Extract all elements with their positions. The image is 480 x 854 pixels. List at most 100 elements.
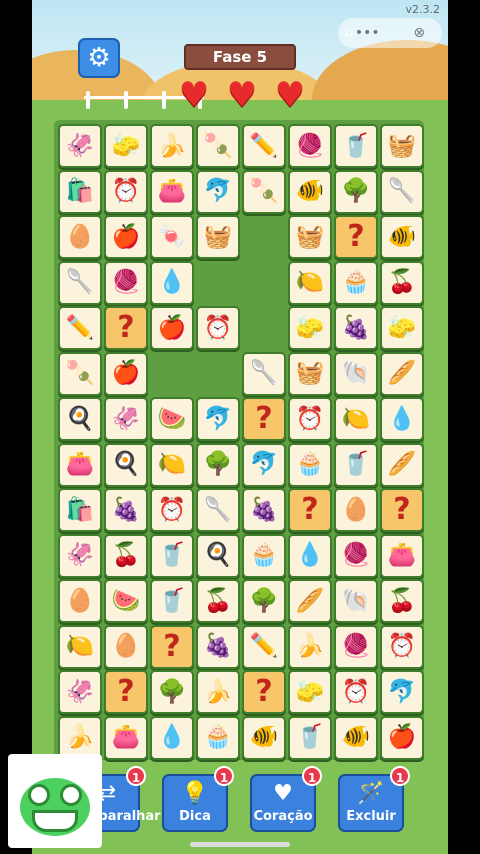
purse-tile[interactable]: 👛	[104, 715, 148, 760]
dolphin-tile[interactable]: 🐬	[196, 397, 240, 441]
pan-tile[interactable]: 🍳	[104, 442, 148, 487]
squid-tile[interactable]: 🦑	[58, 124, 102, 168]
drop-tile[interactable]: 💧	[150, 715, 194, 760]
purse-tile[interactable]: 👛	[380, 533, 424, 578]
pan-tile[interactable]: 🍳	[196, 533, 240, 578]
basket-tile[interactable]: 🧺	[380, 124, 424, 168]
sponge-tile[interactable]: 🧽	[288, 306, 332, 350]
sponge-tile[interactable]: 🧽	[104, 124, 148, 168]
yarn-tile[interactable]: 🧶	[104, 260, 148, 305]
basket-tile[interactable]: 🧺	[196, 215, 240, 259]
bread-tile[interactable]: 🥖	[380, 351, 424, 396]
lemon-tile[interactable]: 🍋	[150, 442, 194, 487]
purse-tile[interactable]: 👛	[150, 169, 194, 214]
yarn-tile[interactable]: 🧶	[334, 533, 378, 578]
clock-tile[interactable]: ⏰	[104, 169, 148, 214]
dolphin-tile[interactable]: 🐬	[380, 670, 424, 714]
dolphin-tile[interactable]: 🐬	[242, 442, 286, 487]
egg-tile[interactable]: 🥚	[58, 215, 102, 259]
cupcake-tile[interactable]: 🧁	[196, 715, 240, 760]
fish-tile[interactable]: 🐠	[242, 715, 286, 760]
lemon-tile[interactable]: 🍋	[288, 260, 332, 305]
mystery-tile[interactable]: ?	[242, 397, 286, 441]
egg-tile[interactable]: 🥚	[58, 579, 102, 623]
grape-tile[interactable]: 🍇	[334, 306, 378, 350]
drop-tile[interactable]: 💧	[288, 533, 332, 578]
purse-tile[interactable]: 👛	[58, 442, 102, 487]
pencil-tile[interactable]: ✏️	[58, 306, 102, 350]
mystery-tile[interactable]: ?	[242, 670, 286, 714]
candy-tile[interactable]: 🍬	[150, 215, 194, 259]
grape-tile[interactable]: 🍇	[242, 488, 286, 532]
grape-tile[interactable]: 🍇	[196, 624, 240, 669]
mystery-tile[interactable]: ?	[288, 488, 332, 532]
apple-tile[interactable]: 🍎	[104, 215, 148, 259]
clock-tile[interactable]: ⏰	[380, 624, 424, 669]
cupcake-tile[interactable]: 🧁	[288, 442, 332, 487]
home-indicator[interactable]	[190, 842, 290, 847]
popsicle-tile[interactable]: 🍡	[58, 351, 102, 396]
apple-tile[interactable]: 🍎	[150, 306, 194, 350]
banana-tile[interactable]: 🍌	[288, 624, 332, 669]
cherry-tile[interactable]: 🍒	[380, 260, 424, 305]
clock-tile[interactable]: ⏰	[288, 397, 332, 441]
cupcake-tile[interactable]: 🧁	[242, 533, 286, 578]
apple-tile[interactable]: 🍎	[104, 351, 148, 396]
shell-tile[interactable]: 🐚	[334, 579, 378, 623]
flour-tile[interactable]: 🛍️	[58, 488, 102, 532]
cup-tile[interactable]: 🥤	[334, 442, 378, 487]
lemon-tile[interactable]: 🍋	[58, 624, 102, 669]
sponge-tile[interactable]: 🧽	[380, 306, 424, 350]
flour-tile[interactable]: 🛍️	[58, 169, 102, 214]
fish-tile[interactable]: 🐠	[334, 715, 378, 760]
cherry-tile[interactable]: 🍒	[104, 533, 148, 578]
fish-tile[interactable]: 🐠	[288, 169, 332, 214]
cherry-tile[interactable]: 🍒	[380, 579, 424, 623]
banana-tile[interactable]: 🍌	[58, 715, 102, 760]
banana-tile[interactable]: 🍌	[196, 670, 240, 714]
mystery-tile[interactable]: ?	[150, 624, 194, 669]
mystery-tile[interactable]: ?	[380, 488, 424, 532]
yarn-tile[interactable]: 🧶	[334, 624, 378, 669]
settings-button[interactable]: ⚙	[78, 38, 120, 78]
tree-tile[interactable]: 🌳	[334, 169, 378, 214]
melon-tile[interactable]: 🍉	[104, 579, 148, 623]
banana-tile[interactable]: 🍌	[150, 124, 194, 168]
apple-tile[interactable]: 🍎	[380, 715, 424, 760]
cupcake-tile[interactable]: 🧁	[334, 260, 378, 305]
pencil-tile[interactable]: ✏️	[242, 624, 286, 669]
sponge-tile[interactable]: 🧽	[288, 670, 332, 714]
mystery-tile[interactable]: ?	[334, 215, 378, 259]
mystery-tile[interactable]: ?	[104, 670, 148, 714]
clock-tile[interactable]: ⏰	[196, 306, 240, 350]
tree-tile[interactable]: 🌳	[196, 442, 240, 487]
popsicle-tile[interactable]: 🍡	[196, 124, 240, 168]
bread-tile[interactable]: 🥖	[288, 579, 332, 623]
cup-tile[interactable]: 🥤	[334, 124, 378, 168]
yarn-tile[interactable]: 🧶	[288, 124, 332, 168]
shell-tile[interactable]: 🐚	[334, 351, 378, 396]
dolphin-tile[interactable]: 🐬	[196, 169, 240, 214]
clock-tile[interactable]: ⏰	[150, 488, 194, 532]
lemon-tile[interactable]: 🍋	[334, 397, 378, 441]
egg-tile[interactable]: 🥚	[104, 624, 148, 669]
spoon-tile[interactable]: 🥄	[58, 260, 102, 305]
egg-tile[interactable]: 🥚	[334, 488, 378, 532]
cup-tile[interactable]: 🥤	[150, 579, 194, 623]
basket-tile[interactable]: 🧺	[288, 351, 332, 396]
remove-button[interactable]: 🪄 Excluir 1	[338, 766, 410, 832]
grape-tile[interactable]: 🍇	[104, 488, 148, 532]
tree-tile[interactable]: 🌳	[242, 579, 286, 623]
drop-tile[interactable]: 💧	[380, 397, 424, 441]
fish-tile[interactable]: 🐠	[380, 215, 424, 259]
spoon-tile[interactable]: 🥄	[380, 169, 424, 214]
home-icon[interactable]: ⌂	[338, 24, 360, 42]
cherry-tile[interactable]: 🍒	[196, 579, 240, 623]
heart-button[interactable]: ♥ Coração 1	[250, 766, 322, 832]
melon-tile[interactable]: 🍉	[150, 397, 194, 441]
pencil-tile[interactable]: ✏️	[242, 124, 286, 168]
spoon-tile[interactable]: 🥄	[196, 488, 240, 532]
squid-tile[interactable]: 🦑	[58, 670, 102, 714]
clock-tile[interactable]: ⏰	[334, 670, 378, 714]
cup-tile[interactable]: 🥤	[288, 715, 332, 760]
